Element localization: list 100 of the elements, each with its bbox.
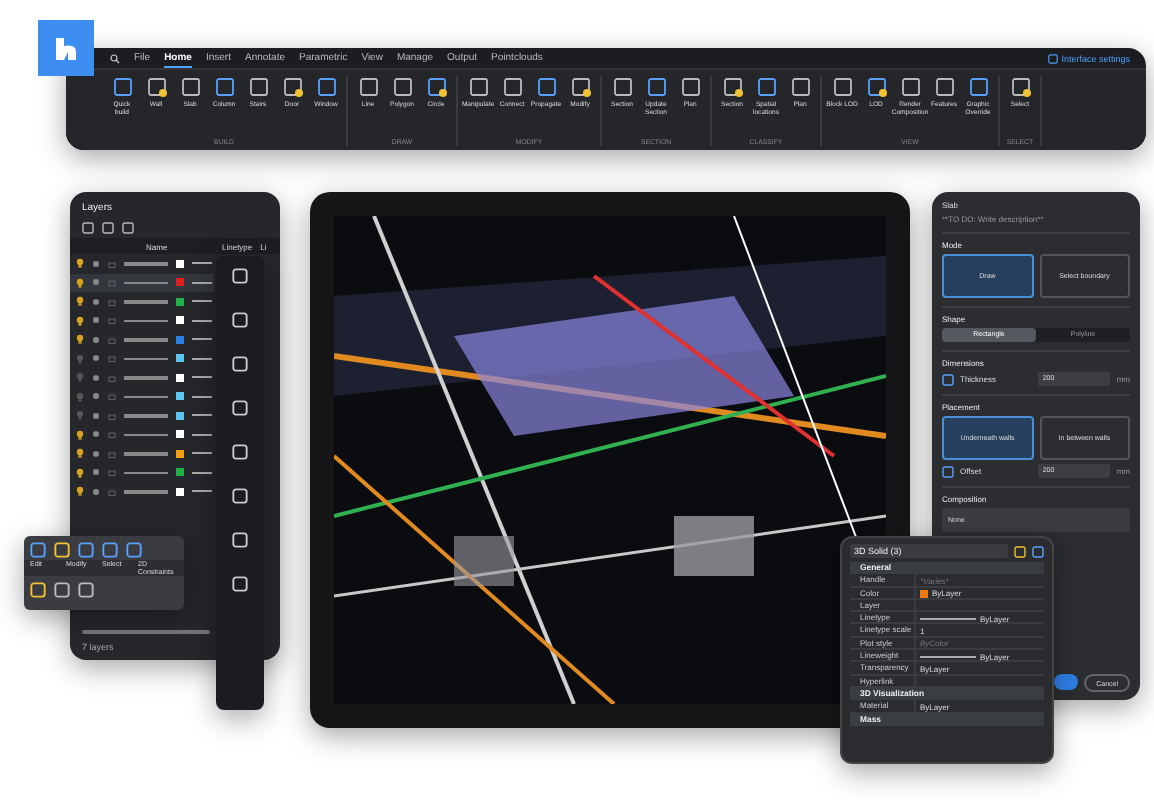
tool-icon [569, 76, 591, 98]
tool-icon [899, 76, 921, 98]
bulb-icon[interactable] [76, 258, 84, 269]
tool-icon [232, 532, 248, 548]
tool-icon [535, 76, 557, 98]
tool-icon [213, 76, 235, 98]
sun-icon[interactable] [92, 278, 100, 287]
tool-icon [967, 76, 989, 98]
color-swatch[interactable] [176, 487, 184, 496]
tool-icon [865, 76, 887, 98]
tool-icon [789, 76, 811, 98]
linetype-line [192, 395, 212, 398]
linetype-line [192, 414, 212, 417]
tool-icon [232, 400, 248, 416]
tool-icon [232, 268, 248, 284]
sun-icon[interactable] [92, 316, 100, 325]
lock-icon[interactable] [108, 297, 116, 306]
sun-icon[interactable] [92, 487, 100, 496]
bulb-icon[interactable] [76, 486, 84, 497]
color-swatch[interactable] [176, 449, 184, 458]
lock-icon[interactable] [108, 449, 116, 458]
tool-icon [145, 76, 167, 98]
linetype-line [192, 281, 212, 284]
tool-icon [933, 76, 955, 98]
color-swatch[interactable] [176, 335, 184, 344]
sun-icon[interactable] [92, 468, 100, 477]
linetype-line [192, 452, 212, 455]
tool-icon [232, 576, 248, 592]
sun-icon[interactable] [92, 259, 100, 268]
linetype-line [192, 319, 212, 322]
tool-icon [232, 356, 248, 372]
color-swatch[interactable] [176, 411, 184, 420]
ok-button[interactable] [1054, 674, 1079, 690]
linetype-line [920, 655, 976, 658]
sun-icon[interactable] [92, 449, 100, 458]
color-swatch[interactable] [176, 316, 184, 325]
tool-icon [232, 488, 248, 504]
lock-icon[interactable] [108, 468, 116, 477]
tool-icon [645, 76, 667, 98]
tool-icon [357, 76, 379, 98]
tool-icon [501, 76, 523, 98]
color-swatch [920, 589, 928, 598]
color-swatch[interactable] [176, 354, 184, 363]
tool-icon [247, 76, 269, 98]
tool-icon [721, 76, 743, 98]
lock-icon[interactable] [108, 335, 116, 344]
tool-icon [232, 444, 248, 460]
sun-icon[interactable] [92, 392, 100, 401]
lock-icon[interactable] [108, 430, 116, 439]
lock-icon[interactable] [108, 373, 116, 382]
tool-icon [315, 76, 337, 98]
bulb-icon[interactable] [76, 277, 84, 288]
search-icon[interactable] [110, 53, 120, 63]
bulb-icon[interactable] [76, 296, 84, 307]
tool-icon [755, 76, 777, 98]
bulb-icon[interactable] [76, 334, 84, 345]
bulb-icon[interactable] [76, 429, 84, 440]
tool-icon [281, 76, 303, 98]
linetype-line [192, 490, 212, 493]
tool-icon [232, 312, 248, 328]
color-swatch[interactable] [176, 392, 184, 401]
sun-icon[interactable] [92, 411, 100, 420]
sun-icon[interactable] [92, 373, 100, 382]
color-swatch[interactable] [176, 278, 184, 287]
sun-icon[interactable] [92, 430, 100, 439]
bulb-icon[interactable] [76, 467, 84, 478]
lock-icon[interactable] [108, 259, 116, 268]
sun-icon[interactable] [92, 335, 100, 344]
lock-icon[interactable] [108, 411, 116, 420]
linetype-line [920, 617, 976, 620]
sun-icon[interactable] [92, 354, 100, 363]
color-swatch[interactable] [176, 259, 184, 268]
bulb-icon[interactable] [76, 315, 84, 326]
tool-icon [467, 76, 489, 98]
lock-icon[interactable] [108, 487, 116, 496]
linetype-line [192, 338, 212, 341]
lock-icon[interactable] [108, 354, 116, 363]
linetype-line [192, 262, 212, 265]
bulb-icon[interactable] [76, 448, 84, 459]
lock-icon[interactable] [108, 392, 116, 401]
tool-icon [391, 76, 413, 98]
color-swatch[interactable] [176, 373, 184, 382]
tool-icon [111, 76, 133, 98]
linetype-line [192, 300, 212, 303]
linetype-line [192, 471, 212, 474]
tool-icon [611, 76, 633, 98]
tool-icon [1009, 76, 1031, 98]
scroll-bar[interactable] [82, 630, 210, 634]
linetype-line [192, 433, 212, 436]
tool-icon [831, 76, 853, 98]
logo-icon [52, 34, 80, 62]
sun-icon[interactable] [92, 297, 100, 306]
color-swatch[interactable] [176, 468, 184, 477]
lock-icon[interactable] [108, 316, 116, 325]
color-swatch[interactable] [176, 430, 184, 439]
color-swatch[interactable] [176, 297, 184, 306]
layer-row[interactable] [70, 273, 214, 292]
tool-icon [679, 76, 701, 98]
tool-icon [425, 76, 447, 98]
linetype-line [192, 376, 212, 379]
